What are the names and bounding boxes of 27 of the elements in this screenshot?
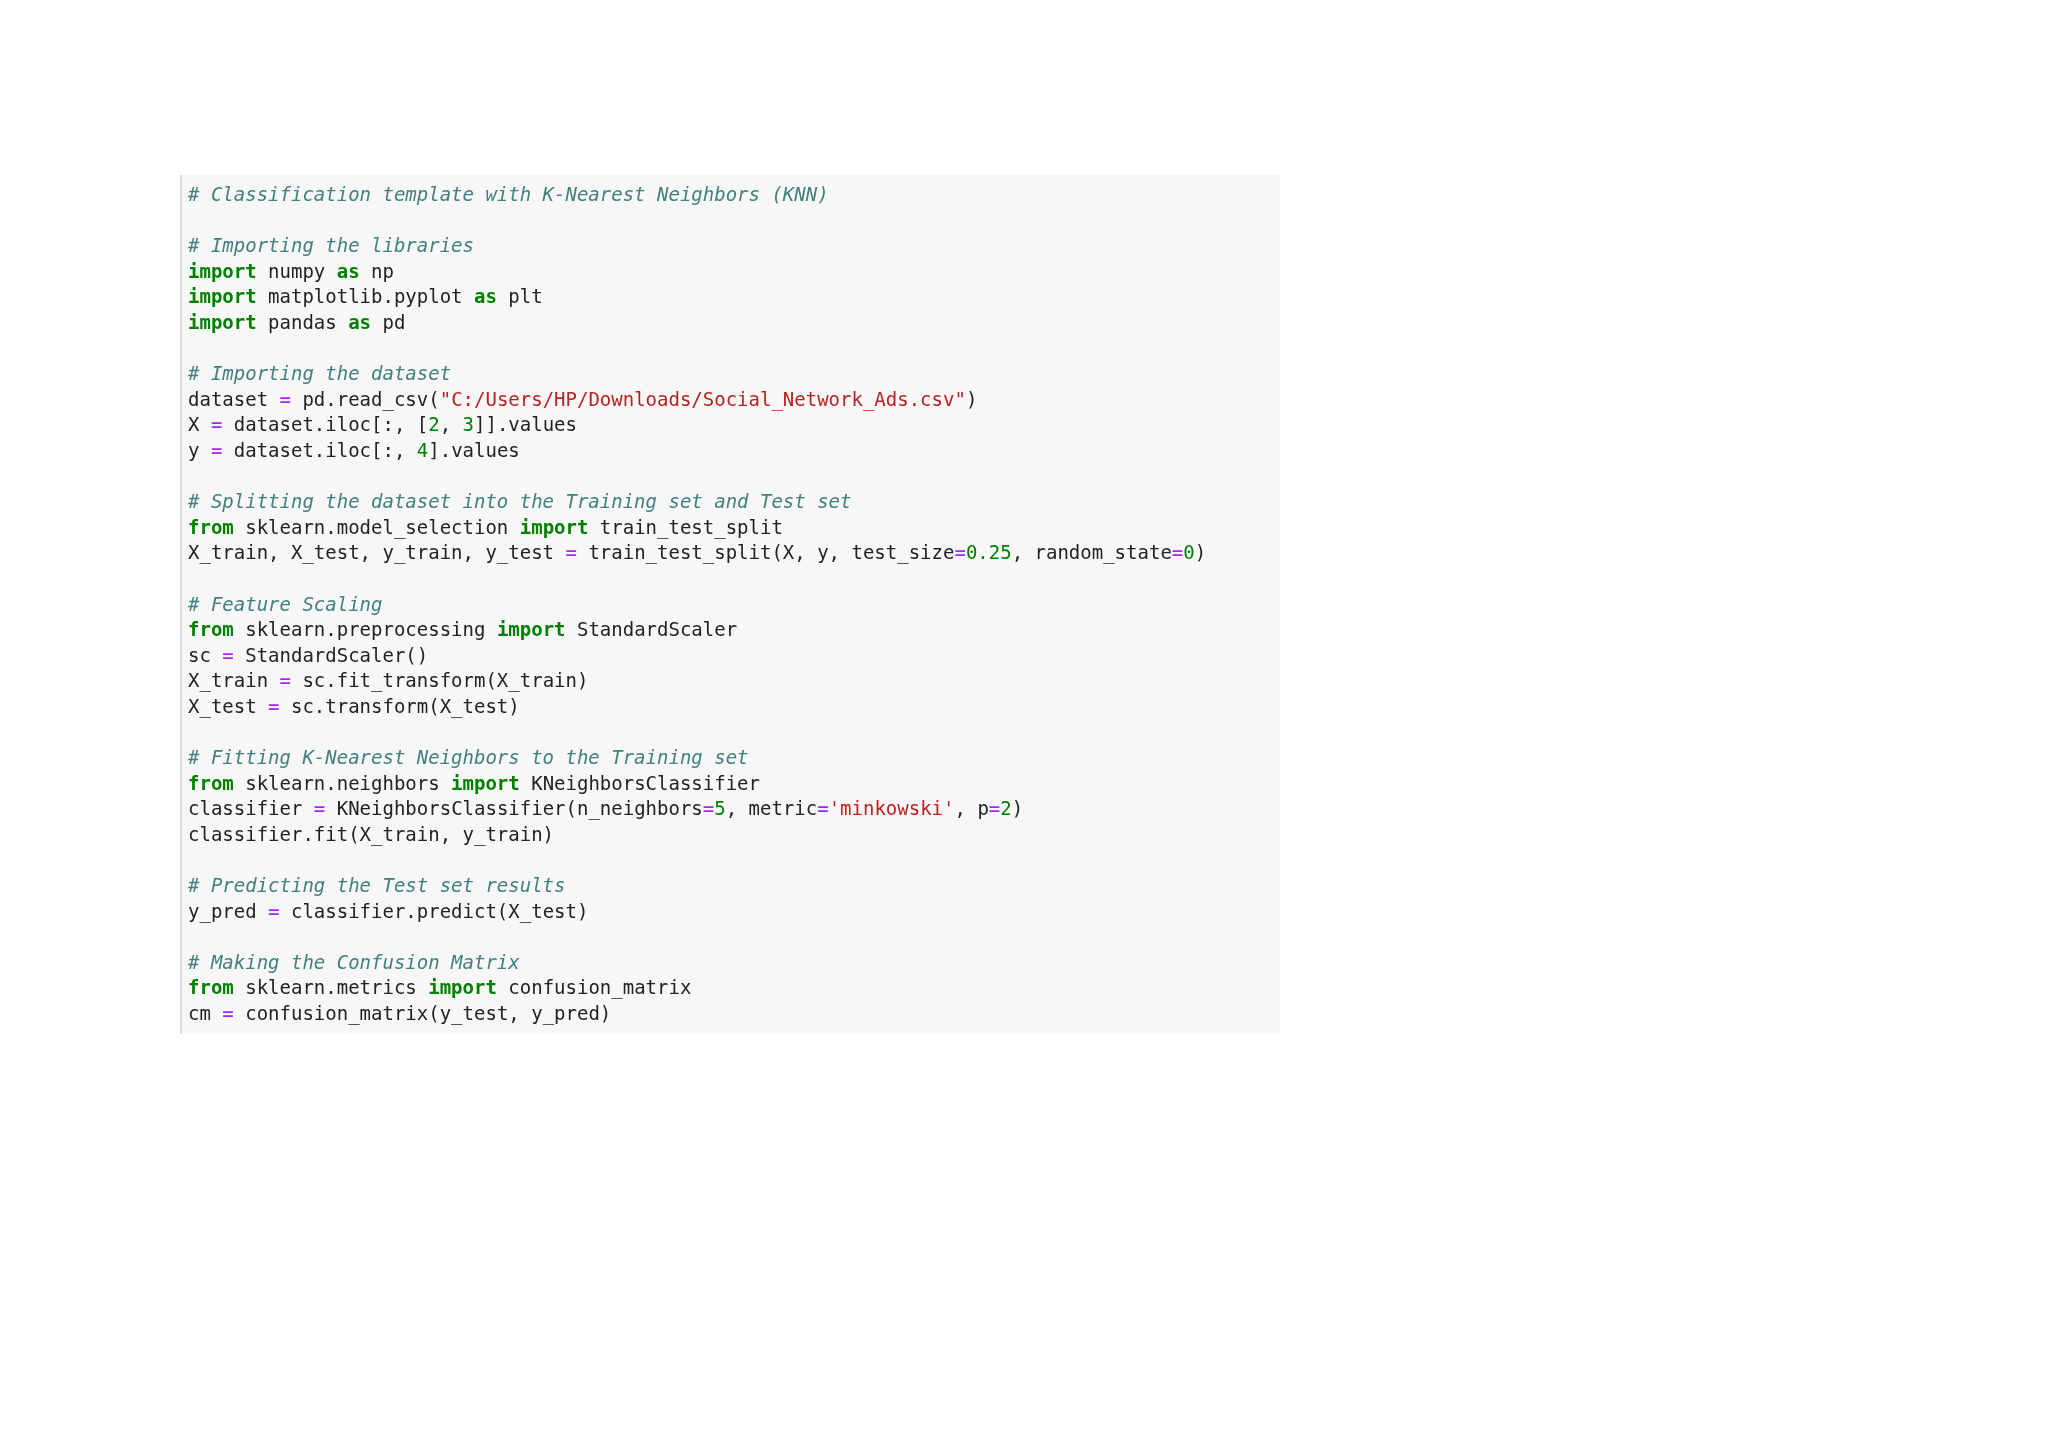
code-line: from sklearn.neighbors import KNeighborsClassifier xyxy=(188,770,760,796)
code-line: X = dataset.iloc[:, [2, 3]].values xyxy=(188,412,577,438)
code-line: classifier = KNeighborsClassifier(n_neighbors=5, metric='minkowski', p=2) xyxy=(188,796,1024,822)
code-comment: # Predicting the Test set results xyxy=(188,873,566,899)
code-line: from sklearn.metrics import confusion_matrix xyxy=(188,975,692,1001)
code-line: X_test = sc.transform(X_test) xyxy=(188,693,520,720)
code-line: classifier.fit(X_train, y_train) xyxy=(188,821,555,848)
code-line: dataset = pd.read_csv("C:/Users/HP/Downloads/Social_Network_Ads.csv") xyxy=(188,386,978,413)
code-comment: # Importing the libraries xyxy=(188,233,474,259)
code-line: import numpy as np xyxy=(188,258,394,284)
code-comment: # Classification template with K-Nearest Neighbors (KNN) xyxy=(188,182,829,207)
code-line: sc = StandardScaler() xyxy=(188,642,429,668)
code-line: X_train = sc.fit_transform(X_train) xyxy=(188,668,589,694)
code-comment: # Splitting the dataset into the Training set and Test set xyxy=(188,489,852,515)
code-line: y = dataset.iloc[:, 4].values xyxy=(188,437,520,463)
code-line: from sklearn.preprocessing import StandardScaler xyxy=(188,617,738,643)
code-comment: # Importing the dataset xyxy=(188,361,452,387)
code-line: import matplotlib.pyplot as plt xyxy=(188,284,543,310)
code-line: import pandas as pd xyxy=(188,309,406,335)
code-comment: # Making the Confusion Matrix xyxy=(188,949,520,975)
code-comment: # Fitting K-Nearest Neighbors to the Training set xyxy=(188,745,749,771)
code-cell[interactable] xyxy=(180,175,1280,1034)
code-line: from sklearn.model_selection import train_test_split xyxy=(188,514,783,541)
code-line: X_train, X_test, y_train, y_test = train_test_split(X, y, test_size=0.25, random_state=0) xyxy=(188,540,1207,566)
code-line: y_pred = classifier.predict(X_test) xyxy=(188,898,589,925)
code-line: cm = confusion_matrix(y_test, y_pred) xyxy=(188,1001,612,1027)
code-comment: # Feature Scaling xyxy=(188,591,383,617)
